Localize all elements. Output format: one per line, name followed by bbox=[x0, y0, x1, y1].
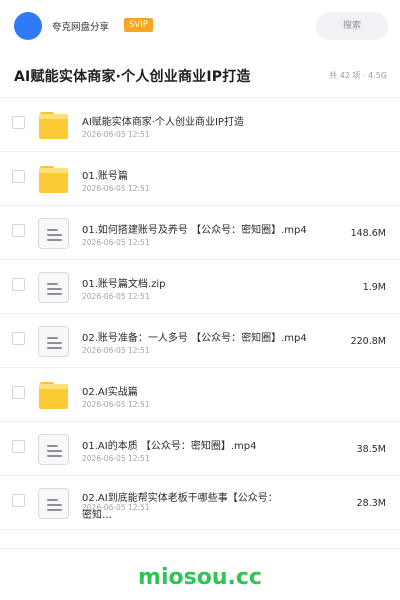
folder-icon bbox=[38, 164, 69, 195]
document-icon bbox=[38, 272, 69, 303]
folder-header: AI赋能实体商家·个人创业商业IP打造 共 42 项 · 4.5G bbox=[0, 52, 400, 98]
search-button[interactable]: 搜索 bbox=[316, 12, 388, 40]
list-item[interactable]: 02.账号准备：一人多号 【公众号：密知圈】.mp4 2026-06-05 12… bbox=[0, 314, 400, 368]
svip-badge: SVIP bbox=[124, 18, 153, 32]
item-size: 28.3M bbox=[356, 498, 386, 509]
select-checkbox[interactable] bbox=[12, 332, 25, 345]
item-name: 01.AI的本质 【公众号：密知圈】.mp4 bbox=[82, 441, 257, 452]
top-bar: 夸克网盘分享 SVIP 搜索 bbox=[0, 0, 400, 52]
select-checkbox[interactable] bbox=[12, 278, 25, 291]
item-name: 02.账号准备：一人多号 【公众号：密知圈】.mp4 bbox=[82, 333, 307, 344]
watermark: miosou.cc bbox=[138, 565, 262, 590]
item-size: 38.5M bbox=[356, 444, 386, 455]
item-name: 02.AI实战篇 bbox=[82, 387, 138, 398]
item-name: 01.如何搭建账号及养号 【公众号：密知圈】.mp4 bbox=[82, 225, 307, 236]
item-size: 1.9M bbox=[362, 282, 386, 293]
item-date: 2026-06-05 12:51 bbox=[82, 346, 150, 355]
list-item[interactable]: 02.AI到底能帮实体老板干哪些事【公众号：密知… 2026-06-05 12:… bbox=[0, 476, 400, 530]
select-checkbox[interactable] bbox=[12, 386, 25, 399]
item-size: 148.6M bbox=[350, 228, 386, 239]
item-name: 01.账号篇文档.zip bbox=[82, 279, 166, 290]
item-date: 2026-06-05 12:51 bbox=[82, 292, 150, 301]
document-icon bbox=[38, 488, 69, 519]
item-name: 01.账号篇 bbox=[82, 171, 128, 182]
document-icon bbox=[38, 326, 69, 357]
item-date: 2026-06-05 12:51 bbox=[82, 503, 150, 512]
item-date: 2026-06-05 12:51 bbox=[82, 184, 150, 193]
document-icon bbox=[38, 218, 69, 249]
username: 夸克网盘分享 bbox=[52, 22, 110, 33]
select-checkbox[interactable] bbox=[12, 116, 25, 129]
select-checkbox[interactable] bbox=[12, 224, 25, 237]
list-item[interactable]: 01.账号篇 2026-06-05 12:51 bbox=[0, 152, 400, 206]
page-title: AI赋能实体商家·个人创业商业IP打造 bbox=[14, 69, 251, 85]
folder-icon bbox=[38, 380, 69, 411]
avatar[interactable] bbox=[14, 12, 42, 40]
document-icon bbox=[38, 434, 69, 465]
list-item[interactable]: 01.账号篇文档.zip 2026-06-05 12:51 1.9M bbox=[0, 260, 400, 314]
item-date: 2026-06-05 12:51 bbox=[82, 130, 150, 139]
item-date: 2026-06-05 12:51 bbox=[82, 400, 150, 409]
item-size: 220.8M bbox=[350, 336, 386, 347]
item-summary: 共 42 项 · 4.5G bbox=[329, 71, 387, 80]
list-item[interactable]: 01.如何搭建账号及养号 【公众号：密知圈】.mp4 2026-06-05 12… bbox=[0, 206, 400, 260]
file-list: AI赋能实体商家·个人创业商业IP打造 2026-06-05 12:51 01.… bbox=[0, 98, 400, 530]
item-name: AI赋能实体商家·个人创业商业IP打造 bbox=[82, 117, 244, 128]
select-checkbox[interactable] bbox=[12, 494, 25, 507]
item-date: 2026-06-05 12:51 bbox=[82, 238, 150, 247]
select-checkbox[interactable] bbox=[12, 440, 25, 453]
item-date: 2026-06-05 12:51 bbox=[82, 454, 150, 463]
folder-icon bbox=[38, 110, 69, 141]
list-item[interactable]: AI赋能实体商家·个人创业商业IP打造 2026-06-05 12:51 bbox=[0, 98, 400, 152]
list-item[interactable]: 02.AI实战篇 2026-06-05 12:51 bbox=[0, 368, 400, 422]
list-item[interactable]: 01.AI的本质 【公众号：密知圈】.mp4 2026-06-05 12:51 … bbox=[0, 422, 400, 476]
select-checkbox[interactable] bbox=[12, 170, 25, 183]
